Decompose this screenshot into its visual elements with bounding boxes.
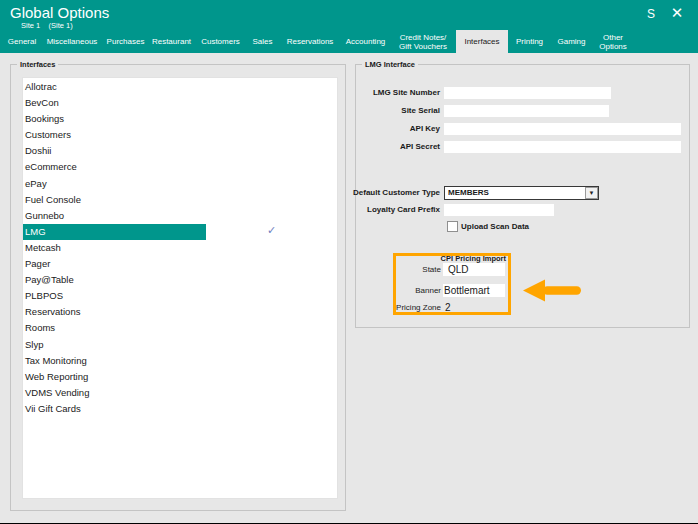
- list-item-gunnebo[interactable]: Gunnebo: [23, 208, 337, 224]
- interfaces-group-label: Interfaces: [17, 60, 58, 69]
- banner-input[interactable]: Bottlemart: [443, 284, 505, 297]
- window-title: Global Options: [10, 4, 109, 21]
- tab-general[interactable]: General: [3, 30, 41, 53]
- cpi-pricing-import-title: CPI Pricing Import: [441, 254, 506, 263]
- api-key-input[interactable]: [444, 123, 681, 135]
- list-item-lmg[interactable]: LMG: [23, 224, 206, 240]
- api-secret-label: API Secret: [400, 141, 440, 153]
- tab-printing[interactable]: Printing: [508, 30, 551, 53]
- api-secret-input[interactable]: [444, 141, 681, 153]
- tab-gaming[interactable]: Gaming: [551, 30, 592, 53]
- tab-other-options[interactable]: Other Options: [592, 30, 634, 53]
- list-item-pay-table[interactable]: Pay@Table: [23, 272, 337, 288]
- cpi-pricing-import-box: CPI Pricing Import State QLD Banner Bott…: [393, 253, 511, 315]
- tab-interfaces[interactable]: Interfaces: [456, 30, 508, 53]
- chevron-down-icon[interactable]: ▼: [585, 187, 598, 199]
- lmg-group-label: LMG Interface: [362, 60, 418, 69]
- pricing-zone-input[interactable]: 2: [443, 303, 505, 313]
- tab-miscellaneous[interactable]: Miscellaneous: [41, 30, 103, 53]
- list-item-bookings[interactable]: Bookings: [23, 111, 337, 127]
- list-item-doshii[interactable]: Doshii: [23, 143, 337, 159]
- list-item-metcash[interactable]: Metcash: [23, 240, 337, 256]
- list-item-pager[interactable]: Pager: [23, 256, 337, 272]
- api-key-label: API Key: [410, 123, 440, 135]
- loyalty-card-prefix-label: Loyalty Card Prefix: [367, 204, 440, 216]
- tab-bar: GeneralMiscellaneousPurchasesRestaurantC…: [0, 30, 634, 53]
- tab-reservations[interactable]: Reservations: [279, 30, 341, 53]
- site-serial-label: Site Serial: [401, 105, 440, 117]
- tab-purchases[interactable]: Purchases: [103, 30, 148, 53]
- list-item-vii-gift-cards[interactable]: Vii Gift Cards: [23, 401, 337, 417]
- loyalty-card-prefix-input[interactable]: [444, 204, 554, 216]
- list-item-fuel-console[interactable]: Fuel Console: [23, 192, 337, 208]
- highlight-arrow-icon: [523, 279, 583, 303]
- close-button[interactable]: ✕: [667, 4, 687, 22]
- site-serial-input[interactable]: [444, 105, 609, 117]
- list-item-web-reporting[interactable]: Web Reporting: [23, 369, 337, 385]
- lmg-site-number-label: LMG Site Number: [373, 87, 440, 99]
- default-customer-type-value: MEMBERS: [448, 187, 489, 199]
- tab-restaurant[interactable]: Restaurant: [148, 30, 195, 53]
- list-item-customers[interactable]: Customers: [23, 127, 337, 143]
- tab-sales[interactable]: Sales: [246, 30, 279, 53]
- s-button[interactable]: S: [642, 6, 660, 22]
- tab-accounting[interactable]: Accounting: [341, 30, 390, 53]
- list-item-rooms[interactable]: Rooms: [23, 320, 337, 336]
- interfaces-list[interactable]: ✓ AllotracBevConBookingsCustomersDoshiie…: [22, 77, 338, 499]
- interfaces-groupbox: Interfaces ✓ AllotracBevConBookingsCusto…: [10, 64, 346, 511]
- checkmark-icon: ✓: [267, 224, 276, 237]
- pricing-zone-label: Pricing Zone: [396, 303, 441, 313]
- lmg-site-number-input[interactable]: [444, 87, 611, 99]
- list-item-vdms-vending[interactable]: VDMS Vending: [23, 385, 337, 401]
- default-customer-type-select[interactable]: MEMBERS ▼: [444, 186, 599, 200]
- upload-scan-data-checkbox[interactable]: [447, 221, 458, 232]
- tab-customers[interactable]: Customers: [195, 30, 246, 53]
- list-item-slyp[interactable]: Slyp: [23, 337, 337, 353]
- title-bar: Global Options Site 1 (Site 1) S ✕ Gener…: [0, 0, 698, 53]
- list-item-tax-monitoring[interactable]: Tax Monitoring: [23, 353, 337, 369]
- tab-credit-notes-gift-vouchers[interactable]: Credit Notes/ Gift Vouchers: [390, 30, 456, 53]
- default-customer-type-label: Default Customer Type: [353, 186, 440, 200]
- list-item-ecommerce[interactable]: eCommerce: [23, 159, 337, 175]
- state-label: State: [396, 263, 441, 276]
- banner-label: Banner: [396, 284, 441, 297]
- list-item-epay[interactable]: ePay: [23, 176, 337, 192]
- list-item-allotrac[interactable]: Allotrac: [23, 79, 337, 95]
- list-item-plbpos[interactable]: PLBPOS: [23, 288, 337, 304]
- list-item-bevcon[interactable]: BevCon: [23, 95, 337, 111]
- upload-scan-data-label: Upload Scan Data: [461, 221, 529, 232]
- state-input[interactable]: QLD: [443, 263, 505, 276]
- list-item-reservations[interactable]: Reservations: [23, 304, 337, 320]
- window-subtitle: Site 1 (Site 1): [21, 21, 73, 30]
